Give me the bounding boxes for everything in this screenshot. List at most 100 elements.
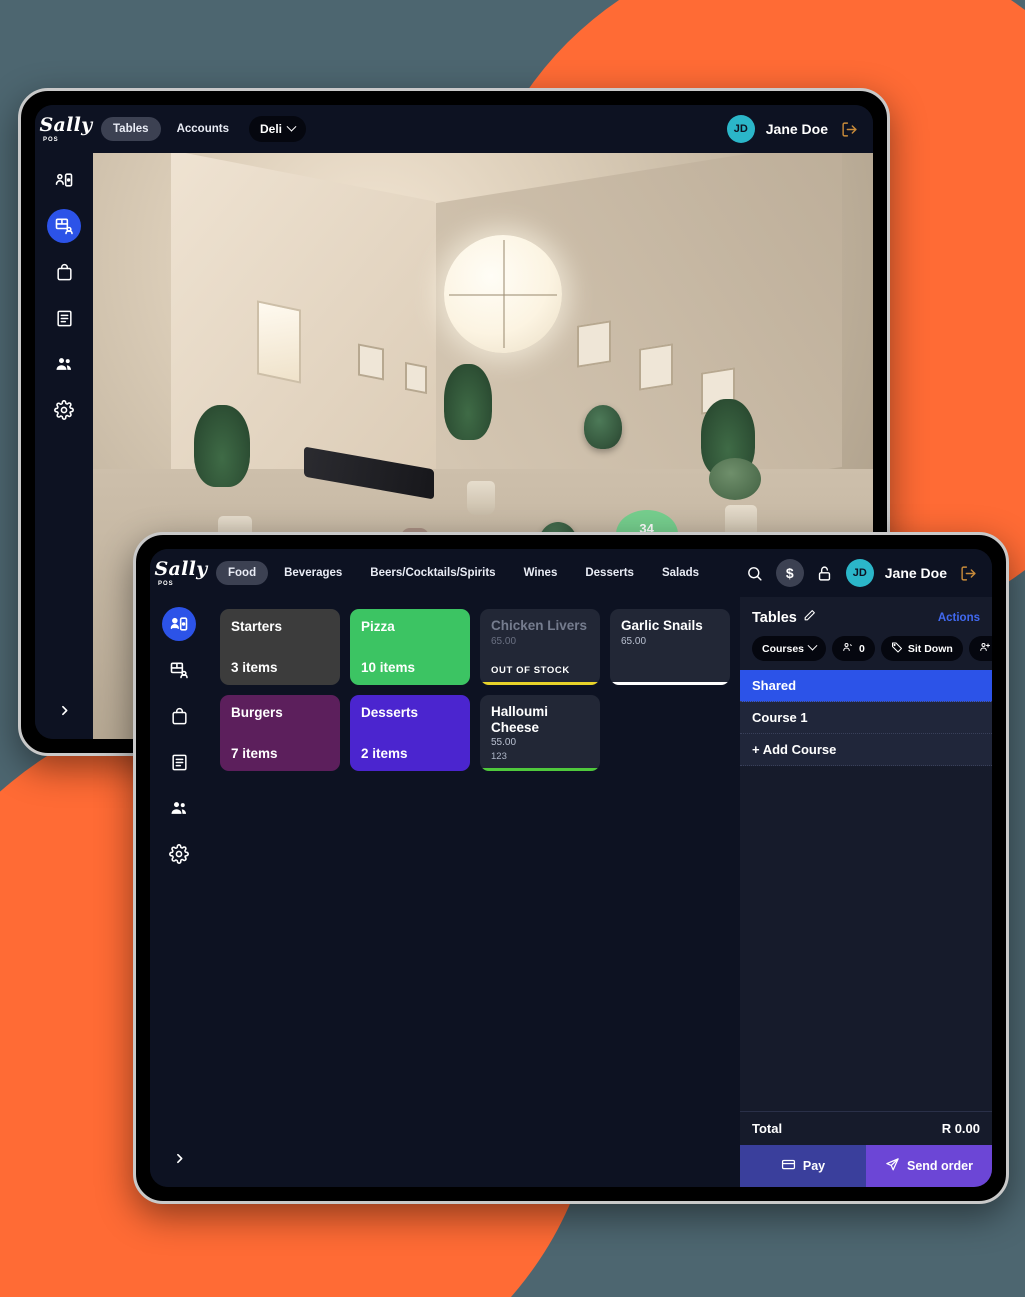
- category-label: Starters: [231, 619, 283, 634]
- order-items-area: [740, 766, 992, 1111]
- order-panel-header: Tables Actions: [740, 597, 992, 627]
- brand-logo: Sally POS: [150, 557, 208, 587]
- tab-wines[interactable]: Wines: [512, 561, 570, 585]
- chip-label: Sit Down: [907, 642, 953, 655]
- assign-person-icon: [979, 641, 991, 656]
- tab-salads[interactable]: Salads: [650, 561, 711, 585]
- search-icon[interactable]: [745, 563, 765, 583]
- plant-1: [194, 404, 251, 487]
- category-card-burgers[interactable]: Burgers 7 items: [220, 695, 340, 771]
- order-panel-chips: Courses 0 Sit Down: [740, 627, 992, 670]
- brand-subtitle: POS: [43, 136, 59, 143]
- brand-subtitle: POS: [158, 580, 174, 587]
- logout-icon[interactable]: [958, 563, 978, 583]
- sidebar-expand-button[interactable]: [164, 1143, 194, 1173]
- round-table-1: [709, 457, 762, 500]
- sidebar-item-bag[interactable]: [162, 699, 196, 733]
- pos-sidebar: [150, 597, 208, 1187]
- wall-frame-1: [576, 320, 611, 368]
- page-root: Sally POS Tables Accounts Deli JD Jane D…: [0, 0, 1025, 1297]
- send-order-button[interactable]: Send order: [866, 1145, 992, 1187]
- floorplan-user-area: JD Jane Doe: [726, 115, 859, 143]
- product-price: 55.00: [491, 737, 517, 749]
- order-panel-title: Tables: [752, 610, 797, 626]
- plant-2: [444, 363, 492, 440]
- category-card-pizza[interactable]: Pizza 10 items: [350, 609, 470, 685]
- product-color-bar: [480, 768, 600, 771]
- logout-icon[interactable]: [839, 119, 859, 139]
- product-grid: Starters 3 items Pizza 10 items Chicken …: [208, 597, 740, 1187]
- sidebar-item-people[interactable]: [162, 791, 196, 825]
- tab-tables[interactable]: Tables: [101, 117, 161, 141]
- chip-courses[interactable]: Courses: [752, 636, 827, 661]
- pos-screen: Sally POS Food Beverages Beers/Cocktails…: [150, 549, 992, 1187]
- unlock-icon[interactable]: [815, 563, 835, 583]
- category-label: Burgers: [231, 705, 283, 720]
- sidebar-item-settings[interactable]: [162, 837, 196, 871]
- avatar: JD: [845, 559, 874, 587]
- product-card-chicken-livers[interactable]: Chicken Livers 65.00 OUT OF STOCK: [480, 609, 600, 685]
- course-row-course-1[interactable]: Course 1: [740, 702, 992, 734]
- wall-frame-4: [358, 343, 385, 381]
- user-name: Jane Doe: [884, 565, 947, 581]
- product-color-bar: [610, 682, 730, 685]
- brand-wordmark: Sally: [39, 113, 93, 136]
- category-card-starters[interactable]: Starters 3 items: [220, 609, 340, 685]
- sidebar-item-customer-card[interactable]: [162, 607, 196, 641]
- product-card-halloumi-cheese[interactable]: Halloumi Cheese 55.00 123: [480, 695, 600, 771]
- pos-body: Starters 3 items Pizza 10 items Chicken …: [150, 597, 992, 1187]
- chip-sit-down[interactable]: Sit Down: [880, 636, 963, 661]
- chip-label: 0: [859, 642, 865, 655]
- pos-category-tabs: Food Beverages Beers/Cocktails/Spirits W…: [216, 561, 711, 585]
- order-total-row: Total R 0.00: [740, 1111, 992, 1145]
- chip-guest-count[interactable]: 0: [832, 636, 875, 661]
- chevron-down-icon: [807, 640, 818, 651]
- wall-frame-2: [639, 343, 673, 392]
- product-card-garlic-snails[interactable]: Garlic Snails 65.00: [610, 609, 730, 685]
- category-label: Desserts: [361, 705, 419, 720]
- category-count: 2 items: [361, 746, 408, 761]
- sidebar-item-customer-card[interactable]: [47, 163, 81, 197]
- category-count: 10 items: [361, 660, 416, 675]
- tablet-pos: Sally POS Food Beverages Beers/Cocktails…: [133, 532, 1009, 1204]
- category-label: Pizza: [361, 619, 395, 634]
- sidebar-item-settings[interactable]: [47, 393, 81, 427]
- cash-drawer-icon[interactable]: $: [775, 559, 804, 587]
- pay-button[interactable]: Pay: [740, 1145, 866, 1187]
- brand-wordmark: Sally: [154, 557, 208, 580]
- tab-desserts[interactable]: Desserts: [573, 561, 646, 585]
- category-card-desserts[interactable]: Desserts 2 items: [350, 695, 470, 771]
- product-name: Chicken Livers: [491, 618, 588, 633]
- tab-beverages[interactable]: Beverages: [272, 561, 354, 585]
- floorplan-tabs: Tables Accounts Deli: [101, 116, 306, 142]
- product-color-bar: [480, 682, 600, 685]
- user-name: Jane Doe: [765, 121, 828, 137]
- floorplan-round-window: [444, 235, 562, 354]
- sidebar-item-table-layout[interactable]: [162, 653, 196, 687]
- category-count: 3 items: [231, 660, 278, 675]
- course-row-shared[interactable]: Shared: [740, 670, 992, 702]
- tab-food[interactable]: Food: [216, 561, 269, 585]
- send-icon: [885, 1157, 900, 1175]
- brand-logo: Sally POS: [35, 113, 93, 143]
- actions-link[interactable]: Actions: [938, 612, 980, 624]
- add-course-button[interactable]: + Add Course: [740, 734, 992, 766]
- sidebar-item-table-layout[interactable]: [47, 209, 81, 243]
- sidebar-expand-button[interactable]: [49, 695, 79, 725]
- venue-select[interactable]: Deli: [248, 116, 306, 142]
- chip-assign[interactable]: Assign: [968, 636, 992, 661]
- sidebar-item-receipt[interactable]: [47, 301, 81, 335]
- pos-user-area: $ JD Jane Doe: [745, 559, 978, 587]
- sidebar-item-bag[interactable]: [47, 255, 81, 289]
- floorplan-window-rect: [256, 300, 301, 385]
- tab-accounts[interactable]: Accounts: [165, 117, 241, 141]
- avatar: JD: [726, 115, 755, 143]
- product-price: 65.00: [621, 635, 647, 647]
- sidebar-item-receipt[interactable]: [162, 745, 196, 779]
- pencil-icon[interactable]: [803, 609, 816, 627]
- card-icon: [781, 1157, 796, 1175]
- sidebar-item-people[interactable]: [47, 347, 81, 381]
- pos-topbar: Sally POS Food Beverages Beers/Cocktails…: [150, 549, 992, 597]
- tag-icon: [891, 641, 903, 656]
- tab-beers-cocktails-spirits[interactable]: Beers/Cocktails/Spirits: [358, 561, 507, 585]
